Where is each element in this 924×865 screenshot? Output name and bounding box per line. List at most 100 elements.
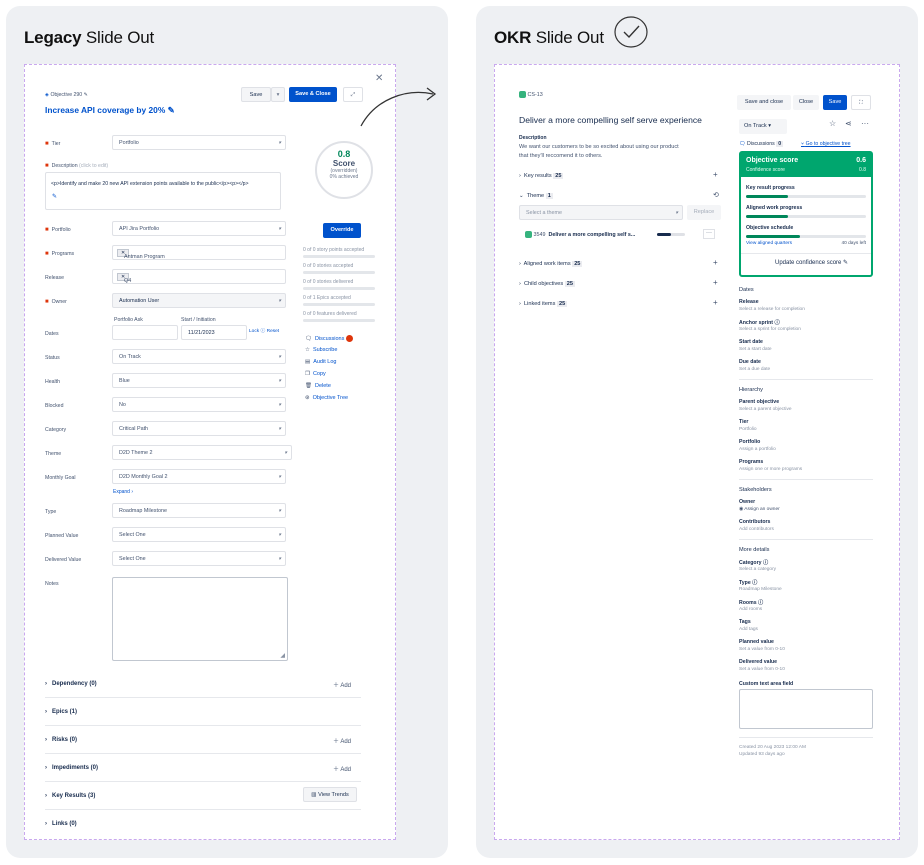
add-key-result-icon[interactable]: + xyxy=(713,170,718,179)
delivered-value-select[interactable]: Select One ▾ xyxy=(112,551,286,566)
resize-handle-icon[interactable]: ◢ xyxy=(280,652,285,659)
monthly-goal-select[interactable]: D2D Monthly Goal 2 ▾ xyxy=(112,469,286,484)
view-trends-button[interactable]: ▥ View Trends xyxy=(303,787,357,802)
aligned-work-items-row[interactable]: › Aligned work items 25 xyxy=(519,261,583,267)
notification-badge xyxy=(345,335,353,342)
impediments-section[interactable]: › Impediments (0) xyxy=(45,765,98,771)
divider xyxy=(45,753,361,754)
category-select[interactable]: Critical Path ▾ xyxy=(112,421,286,436)
okr-panel-title: OKR Slide Out xyxy=(494,28,604,47)
chevron-right-icon: › xyxy=(45,709,47,715)
delete-link[interactable]: 🗑 Delete xyxy=(305,383,331,389)
owner-field[interactable]: ◉ Assign an owner xyxy=(739,507,780,512)
blocked-select[interactable]: No ▾ xyxy=(112,397,286,412)
refresh-icon[interactable]: ⟲ xyxy=(713,191,719,199)
close-button[interactable]: Close xyxy=(793,95,819,110)
add-aligned-item-icon[interactable]: + xyxy=(713,258,718,267)
add-dependency-button[interactable]: ＋ Add xyxy=(333,680,351,689)
progress-text: 0 of 0 story points accepted xyxy=(303,247,365,253)
star-icon[interactable]: ☆ xyxy=(829,119,836,128)
tier-select[interactable]: Portfolio ▾ xyxy=(112,135,286,150)
tier-field[interactable]: Portfolio xyxy=(739,427,757,432)
key-results-row[interactable]: › Key results 25 xyxy=(519,173,564,179)
save-and-close-button[interactable]: Save and close xyxy=(737,95,791,110)
start-date-field[interactable]: Set a start date xyxy=(739,347,772,352)
portfolio-ask-input[interactable] xyxy=(112,325,178,340)
update-confidence-button[interactable]: Update confidence score ✎ xyxy=(775,259,848,266)
anchor-sprint-field[interactable]: Select a sprint for completion xyxy=(739,327,801,332)
edit-pencil-icon[interactable]: ✎ xyxy=(52,193,57,200)
due-date-field[interactable]: Set a due date xyxy=(739,367,770,372)
more-icon[interactable]: ··· xyxy=(861,119,869,128)
health-select[interactable]: Blue ▾ xyxy=(112,373,286,388)
epics-section[interactable]: › Epics (1) xyxy=(45,709,77,715)
status-select[interactable]: On Track ▾ xyxy=(112,349,286,364)
okr-description-line1[interactable]: We want our customers to be so excited a… xyxy=(519,144,679,150)
okr-save-button[interactable]: Save xyxy=(823,95,847,110)
progress-bar xyxy=(303,303,375,306)
contributors-field[interactable]: Add contributors xyxy=(739,527,774,532)
delivered-value-field[interactable]: Set a value from 0-10 xyxy=(739,667,785,672)
objective-title[interactable]: Increase API coverage by 20% ✎ xyxy=(45,105,175,115)
divider xyxy=(45,725,361,726)
theme-select[interactable]: D2D Theme 2 ▾ xyxy=(112,445,292,460)
save-button[interactable]: Save xyxy=(241,87,271,102)
release-field[interactable]: Select a release for completion xyxy=(739,307,805,312)
status-dropdown[interactable]: On Track ▾ xyxy=(739,119,787,134)
description-value: <p>Identify and make 20 new API extensio… xyxy=(51,181,249,187)
theme-item[interactable]: 3549 Deliver a more compelling self s... xyxy=(525,231,635,238)
programs-input[interactable]: Antman Program ✕ xyxy=(112,245,286,260)
release-input[interactable]: Q4 ✕ xyxy=(112,269,286,284)
select-theme-dropdown[interactable]: Select a theme ▾ xyxy=(519,205,683,220)
override-button[interactable]: Override xyxy=(323,223,361,238)
audit-log-link[interactable]: ▤ Audit Log xyxy=(305,359,336,365)
subscribe-link[interactable]: ☆ Subscribe xyxy=(305,347,337,353)
start-date-input[interactable]: 11/21/2023 xyxy=(181,325,247,340)
type-field[interactable]: Roadmap Milestone xyxy=(739,587,782,592)
description-editor[interactable]: <p>Identify and make 20 new API extensio… xyxy=(45,172,281,210)
trash-icon: 🗑 xyxy=(305,383,312,389)
add-risk-button[interactable]: ＋ Add xyxy=(333,736,351,745)
category-field[interactable]: Select a category xyxy=(739,567,776,572)
view-quarters-link[interactable]: View aligned quarters xyxy=(746,241,792,246)
parent-objective-field[interactable]: Select a parent objective xyxy=(739,407,792,412)
theme-row[interactable]: ⌄ Theme 1 xyxy=(519,193,553,199)
links-section[interactable]: › Links (0) xyxy=(45,821,77,827)
discussions-link[interactable]: 🗨 Discussions xyxy=(305,335,353,342)
custom-textarea[interactable] xyxy=(739,689,873,729)
add-impediment-button[interactable]: ＋ Add xyxy=(333,764,351,773)
tags-field[interactable]: Add tags xyxy=(739,627,758,632)
save-dropdown-chevron-icon[interactable]: ▾ xyxy=(271,87,285,102)
add-linked-item-icon[interactable]: + xyxy=(713,298,718,307)
chart-icon: ▥ xyxy=(311,792,317,798)
expand-link[interactable]: Expand › xyxy=(113,489,133,495)
lock-reset-links[interactable]: Lock ⓘ Reset xyxy=(249,327,279,334)
portfolio-select[interactable]: API Jira Portfolio ▾ xyxy=(112,221,286,236)
programs-field[interactable]: Assign one or more programs xyxy=(739,467,802,472)
rooms-field[interactable]: Add rooms xyxy=(739,607,762,612)
replace-button[interactable]: Replace xyxy=(687,205,721,220)
copy-link[interactable]: ❐ Copy xyxy=(305,371,326,377)
linked-items-row[interactable]: › Linked items 25 xyxy=(519,301,568,307)
notes-textarea[interactable]: ◢ xyxy=(112,577,288,661)
child-objectives-row[interactable]: › Child objectives 25 xyxy=(519,281,575,287)
owner-select[interactable]: Automation User ▾ xyxy=(112,293,286,308)
risks-section[interactable]: › Risks (0) xyxy=(45,737,77,743)
share-icon[interactable]: ⋖ xyxy=(845,119,852,128)
save-close-button[interactable]: Save & Close xyxy=(289,87,337,102)
type-select[interactable]: Roadmap Milestone ▾ xyxy=(112,503,286,518)
more-options-icon[interactable]: ··· xyxy=(703,229,715,239)
discussions-link[interactable]: 🗨 Discussions 0 xyxy=(739,141,784,147)
okr-description-line2[interactable]: that they'll reccomend it to others. xyxy=(519,153,602,159)
key-results-section[interactable]: › Key Results (3) xyxy=(45,793,95,799)
planned-value-field[interactable]: Set a value from 0-10 xyxy=(739,647,785,652)
chevron-right-icon: › xyxy=(45,821,47,827)
okr-title[interactable]: Deliver a more compelling self serve exp… xyxy=(519,115,702,125)
fullscreen-icon[interactable]: ⛶ xyxy=(851,95,871,110)
add-child-objective-icon[interactable]: + xyxy=(713,278,718,287)
dependency-section[interactable]: › Dependency (0) xyxy=(45,681,97,687)
portfolio-field[interactable]: Assign a portfolio xyxy=(739,447,776,452)
objective-tree-link[interactable]: ⊛ Objective Tree xyxy=(305,395,348,401)
planned-value-select[interactable]: Select One ▾ xyxy=(112,527,286,542)
objective-tree-link[interactable]: ⑂ Go to objective tree xyxy=(801,141,851,147)
